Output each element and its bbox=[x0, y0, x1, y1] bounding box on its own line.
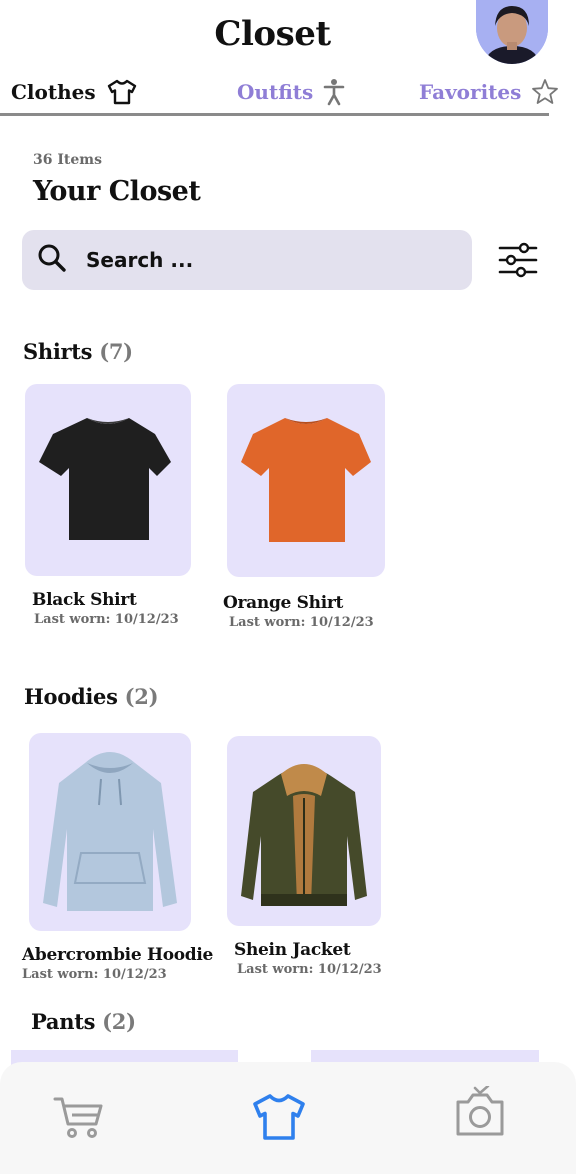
section-name: Pants bbox=[31, 1009, 96, 1034]
bottom-navigation bbox=[0, 1062, 576, 1174]
tab-clothes[interactable]: Clothes bbox=[11, 78, 138, 106]
tab-favorites-label: Favorites bbox=[419, 80, 522, 104]
shirt-icon bbox=[106, 78, 138, 106]
tab-clothes-label: Clothes bbox=[11, 80, 96, 104]
hoodie-image bbox=[43, 752, 177, 911]
item-last-worn: Last worn: 10/12/23 bbox=[237, 962, 382, 977]
item-card-orange-shirt[interactable] bbox=[227, 384, 385, 577]
item-count: 36 Items bbox=[33, 152, 102, 168]
tab-favorites[interactable]: Favorites bbox=[419, 78, 559, 106]
item-name: Black Shirt bbox=[32, 590, 137, 610]
item-card-shein-jacket[interactable] bbox=[227, 736, 381, 926]
item-name: Orange Shirt bbox=[223, 593, 344, 613]
item-card-black-shirt[interactable] bbox=[25, 384, 191, 576]
item-name: Shein Jacket bbox=[234, 940, 351, 960]
tab-outfits[interactable]: Outfits bbox=[237, 78, 345, 106]
jacket-image bbox=[241, 764, 367, 906]
section-name: Hoodies bbox=[24, 684, 118, 709]
item-card-abercrombie-hoodie[interactable] bbox=[29, 733, 191, 931]
search-icon[interactable] bbox=[36, 242, 68, 278]
avatar[interactable] bbox=[476, 0, 548, 64]
shirt-icon[interactable] bbox=[250, 1092, 308, 1146]
section-count: (7) bbox=[99, 339, 133, 364]
search-bar bbox=[22, 230, 472, 290]
tab-outfits-label: Outfits bbox=[237, 80, 314, 104]
section-title-pants: Pants (2) bbox=[31, 1009, 136, 1034]
person-icon bbox=[323, 78, 345, 106]
item-last-worn: Last worn: 10/12/23 bbox=[34, 612, 179, 627]
item-last-worn: Last worn: 10/12/23 bbox=[229, 615, 374, 630]
section-name: Shirts bbox=[23, 339, 93, 364]
camera-icon[interactable] bbox=[453, 1084, 507, 1142]
category-tabs: Clothes Outfits Favorites bbox=[0, 74, 559, 116]
filter-icon[interactable] bbox=[496, 240, 540, 280]
section-heading: Your Closet bbox=[33, 176, 201, 207]
section-title-shirts: Shirts (7) bbox=[23, 339, 133, 364]
section-count: (2) bbox=[102, 1009, 136, 1034]
item-last-worn: Last worn: 10/12/23 bbox=[22, 967, 167, 982]
star-icon bbox=[531, 78, 559, 106]
page-title: Closet bbox=[214, 14, 331, 54]
item-name: Abercrombie Hoodie bbox=[22, 945, 214, 965]
search-input[interactable] bbox=[86, 248, 426, 272]
section-title-hoodies: Hoodies (2) bbox=[24, 684, 159, 709]
black-shirt-image bbox=[39, 418, 171, 540]
section-count: (2) bbox=[124, 684, 159, 709]
cart-icon[interactable] bbox=[52, 1094, 104, 1144]
orange-shirt-image bbox=[241, 418, 371, 542]
